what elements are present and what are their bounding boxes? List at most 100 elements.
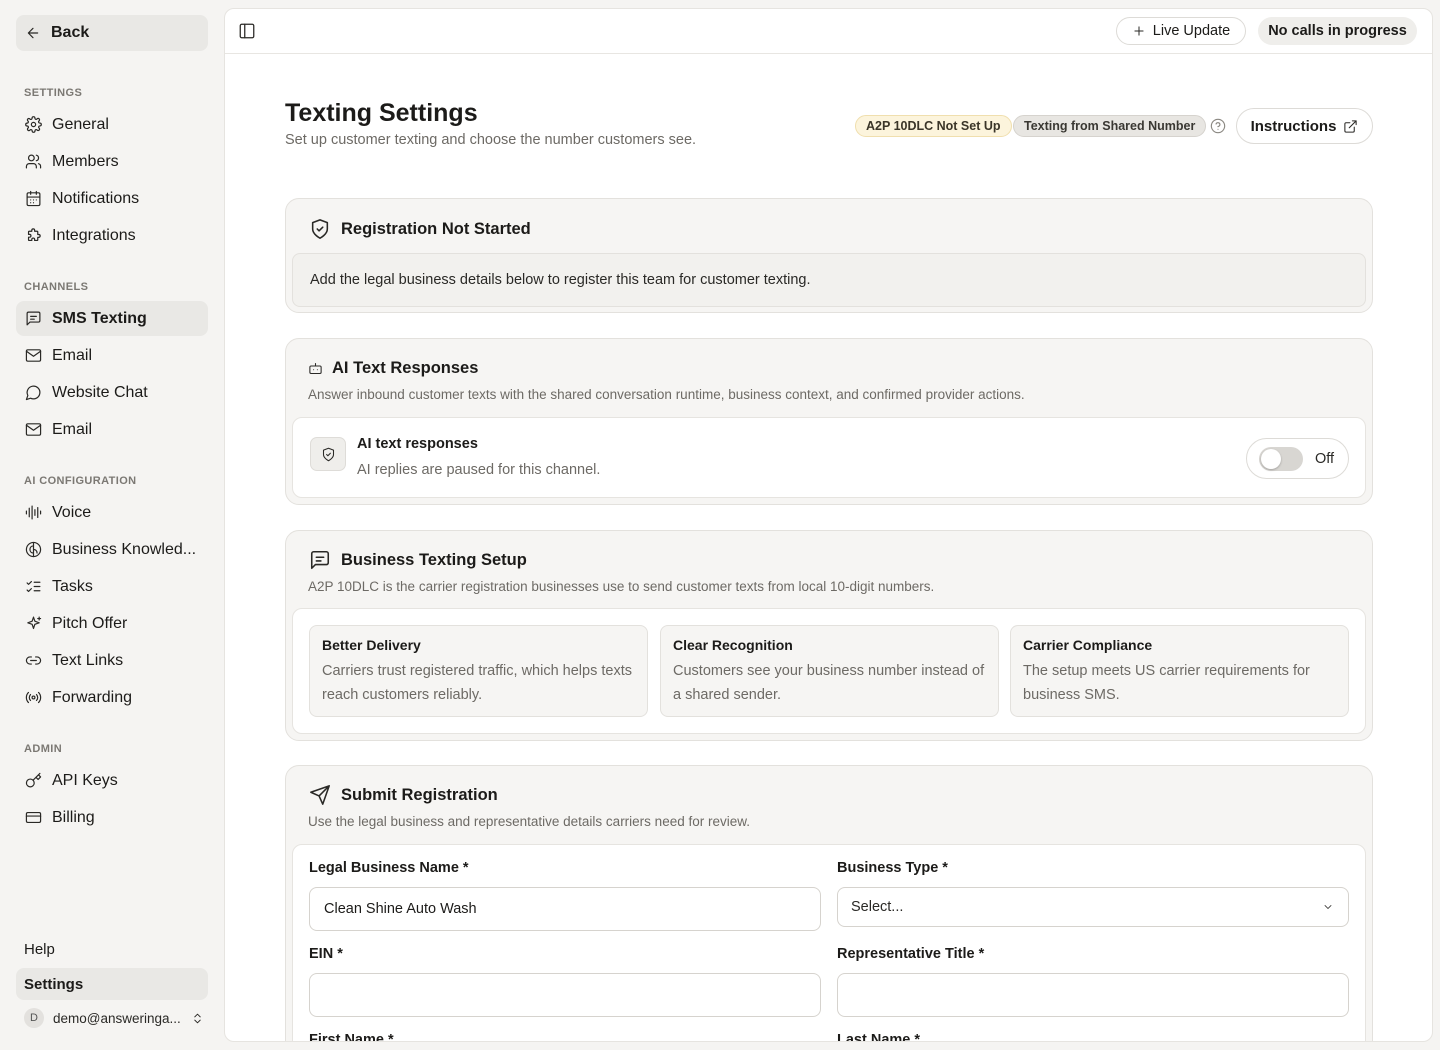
ai-responses-description: Answer inbound customer texts with the s… bbox=[308, 387, 1025, 402]
section-label-settings: SETTINGS bbox=[24, 87, 83, 99]
ein-input[interactable] bbox=[309, 973, 821, 1017]
send-icon bbox=[310, 785, 330, 805]
registration-header: Registration Not Started bbox=[309, 218, 531, 240]
brain-icon bbox=[24, 541, 42, 559]
submit-registration-card: Submit Registration Use the legal busine… bbox=[285, 765, 1373, 1042]
gear-icon bbox=[24, 116, 42, 134]
users-icon bbox=[24, 153, 42, 171]
calendar-icon bbox=[24, 190, 42, 208]
last-name-label: Last Name * bbox=[837, 1032, 921, 1042]
sidebar-item-pitch-offer[interactable]: Pitch Offer bbox=[16, 606, 208, 641]
topbar: Live Update No calls in progress bbox=[225, 9, 1432, 54]
live-update-label: Live Update bbox=[1152, 23, 1231, 39]
arrow-left-icon bbox=[27, 27, 39, 39]
chevrons-up-down-icon bbox=[194, 1013, 201, 1023]
business-texting-setup-card: Business Texting Setup A2P 10DLC is the … bbox=[285, 530, 1373, 741]
shared-number-badge: Texting from Shared Number bbox=[1013, 115, 1207, 137]
ai-responses-toggle[interactable]: Off bbox=[1246, 438, 1349, 479]
submit-title: Submit Registration bbox=[341, 785, 498, 804]
sidebar-item-label: Business Knowled... bbox=[52, 540, 197, 558]
sidebar-item-integrations[interactable]: Integrations bbox=[16, 218, 208, 253]
settings-label: Settings bbox=[24, 975, 84, 993]
message-square-icon bbox=[310, 550, 330, 570]
external-link-icon bbox=[1344, 119, 1358, 133]
sidebar-item-api-keys[interactable]: API Keys bbox=[16, 763, 208, 798]
panel-left-icon[interactable] bbox=[238, 22, 256, 40]
benefit-card: Carrier Compliance The setup meets US ca… bbox=[1010, 625, 1349, 717]
ai-responses-title: AI Text Responses bbox=[332, 359, 479, 377]
list-checks-icon bbox=[24, 578, 42, 596]
texting-setup-header: Business Texting Setup bbox=[309, 549, 527, 571]
legal-business-name-label: Legal Business Name * bbox=[309, 860, 469, 876]
sidebar-item-members[interactable]: Members bbox=[16, 144, 208, 179]
main-panel: Live Update No calls in progress Texting… bbox=[224, 8, 1433, 1042]
ai-responses-row: AI text responses AI replies are paused … bbox=[292, 417, 1366, 498]
submit-description: Use the legal business and representativ… bbox=[308, 814, 750, 829]
sidebar-item-general[interactable]: General bbox=[16, 107, 208, 142]
sidebar-item-label: Billing bbox=[52, 808, 95, 826]
sidebar-item-label: Forwarding bbox=[52, 688, 133, 706]
registration-note: Add the legal business details below to … bbox=[292, 253, 1366, 307]
toggle-state-label: Off bbox=[1315, 450, 1335, 467]
sidebar: Back SETTINGS General Members Notificati… bbox=[0, 0, 224, 1050]
shield-check-icon bbox=[311, 219, 329, 239]
sidebar-item-label: Website Chat bbox=[52, 383, 148, 401]
bot-icon bbox=[309, 362, 322, 375]
plus-icon bbox=[1134, 26, 1144, 36]
sidebar-item-label: Integrations bbox=[52, 226, 136, 244]
settings-link[interactable]: Settings bbox=[16, 968, 208, 1000]
sidebar-item-billing[interactable]: Billing bbox=[16, 800, 208, 835]
user-menu[interactable]: D demo@answeringa... bbox=[24, 1007, 204, 1029]
toggle-track[interactable] bbox=[1259, 446, 1303, 471]
help-circle-icon[interactable] bbox=[1210, 118, 1226, 134]
texting-setup-description: A2P 10DLC is the carrier registration bu… bbox=[308, 579, 935, 594]
sidebar-item-forwarding[interactable]: Forwarding bbox=[16, 680, 208, 715]
a2p-status-badge: A2P 10DLC Not Set Up bbox=[855, 115, 1012, 137]
ai-responses-header: AI Text Responses bbox=[308, 359, 478, 378]
registration-title: Registration Not Started bbox=[341, 219, 531, 238]
benefit-title: Clear Recognition bbox=[673, 637, 793, 653]
user-email: demo@answeringa... bbox=[53, 1010, 181, 1026]
sidebar-item-label: Notifications bbox=[52, 189, 140, 207]
registration-form: Legal Business Name * Business Type * Se… bbox=[292, 844, 1366, 1042]
section-label-channels: CHANNELS bbox=[24, 281, 89, 293]
submit-header: Submit Registration bbox=[309, 784, 498, 806]
sidebar-item-notifications[interactable]: Notifications bbox=[16, 181, 208, 216]
ai-responses-status-text: AI replies are paused for this channel. bbox=[357, 462, 601, 478]
ein-label: EIN * bbox=[309, 946, 343, 962]
puzzle-icon bbox=[24, 227, 42, 245]
benefit-card: Clear Recognition Customers see your bus… bbox=[660, 625, 999, 717]
sidebar-item-text-links[interactable]: Text Links bbox=[16, 643, 208, 678]
legal-business-name-input[interactable] bbox=[309, 887, 821, 931]
instructions-button[interactable]: Instructions bbox=[1236, 108, 1373, 144]
benefit-text: Carriers trust registered traffic, which… bbox=[322, 663, 632, 703]
sidebar-item-business-knowledge[interactable]: Business Knowled... bbox=[16, 532, 208, 567]
sidebar-item-website-chat[interactable]: Website Chat bbox=[16, 375, 208, 410]
benefit-text: Customers see your business number inste… bbox=[673, 663, 985, 703]
sidebar-item-sms-texting[interactable]: SMS Texting bbox=[16, 301, 208, 336]
back-label: Back bbox=[51, 24, 90, 41]
mail-icon bbox=[24, 347, 42, 365]
sidebar-item-label: Pitch Offer bbox=[52, 614, 128, 632]
chat-bubble-icon bbox=[24, 384, 42, 402]
calls-status-badge: No calls in progress bbox=[1258, 17, 1417, 45]
representative-title-input[interactable] bbox=[837, 973, 1349, 1017]
sidebar-item-label: General bbox=[52, 115, 109, 133]
sidebar-item-email[interactable]: Email bbox=[16, 338, 208, 373]
sidebar-item-email-2[interactable]: Email bbox=[16, 412, 208, 447]
sidebar-item-voice[interactable]: Voice bbox=[16, 495, 208, 530]
sidebar-item-label: Email bbox=[52, 346, 93, 364]
key-icon bbox=[24, 772, 42, 790]
sidebar-item-label: API Keys bbox=[52, 771, 118, 789]
mail-icon bbox=[24, 421, 42, 439]
help-link[interactable]: Help bbox=[24, 941, 55, 958]
live-update-button[interactable]: Live Update bbox=[1116, 17, 1246, 45]
page-subtitle: Set up customer texting and choose the n… bbox=[285, 132, 697, 148]
sidebar-item-label: Voice bbox=[52, 503, 92, 521]
chevron-down-icon bbox=[1324, 905, 1332, 909]
shield-icon bbox=[310, 437, 346, 471]
business-type-select[interactable]: Select... bbox=[837, 887, 1349, 927]
avatar: D bbox=[24, 1008, 44, 1028]
sidebar-item-tasks[interactable]: Tasks bbox=[16, 569, 208, 604]
back-button[interactable]: Back bbox=[16, 15, 208, 51]
